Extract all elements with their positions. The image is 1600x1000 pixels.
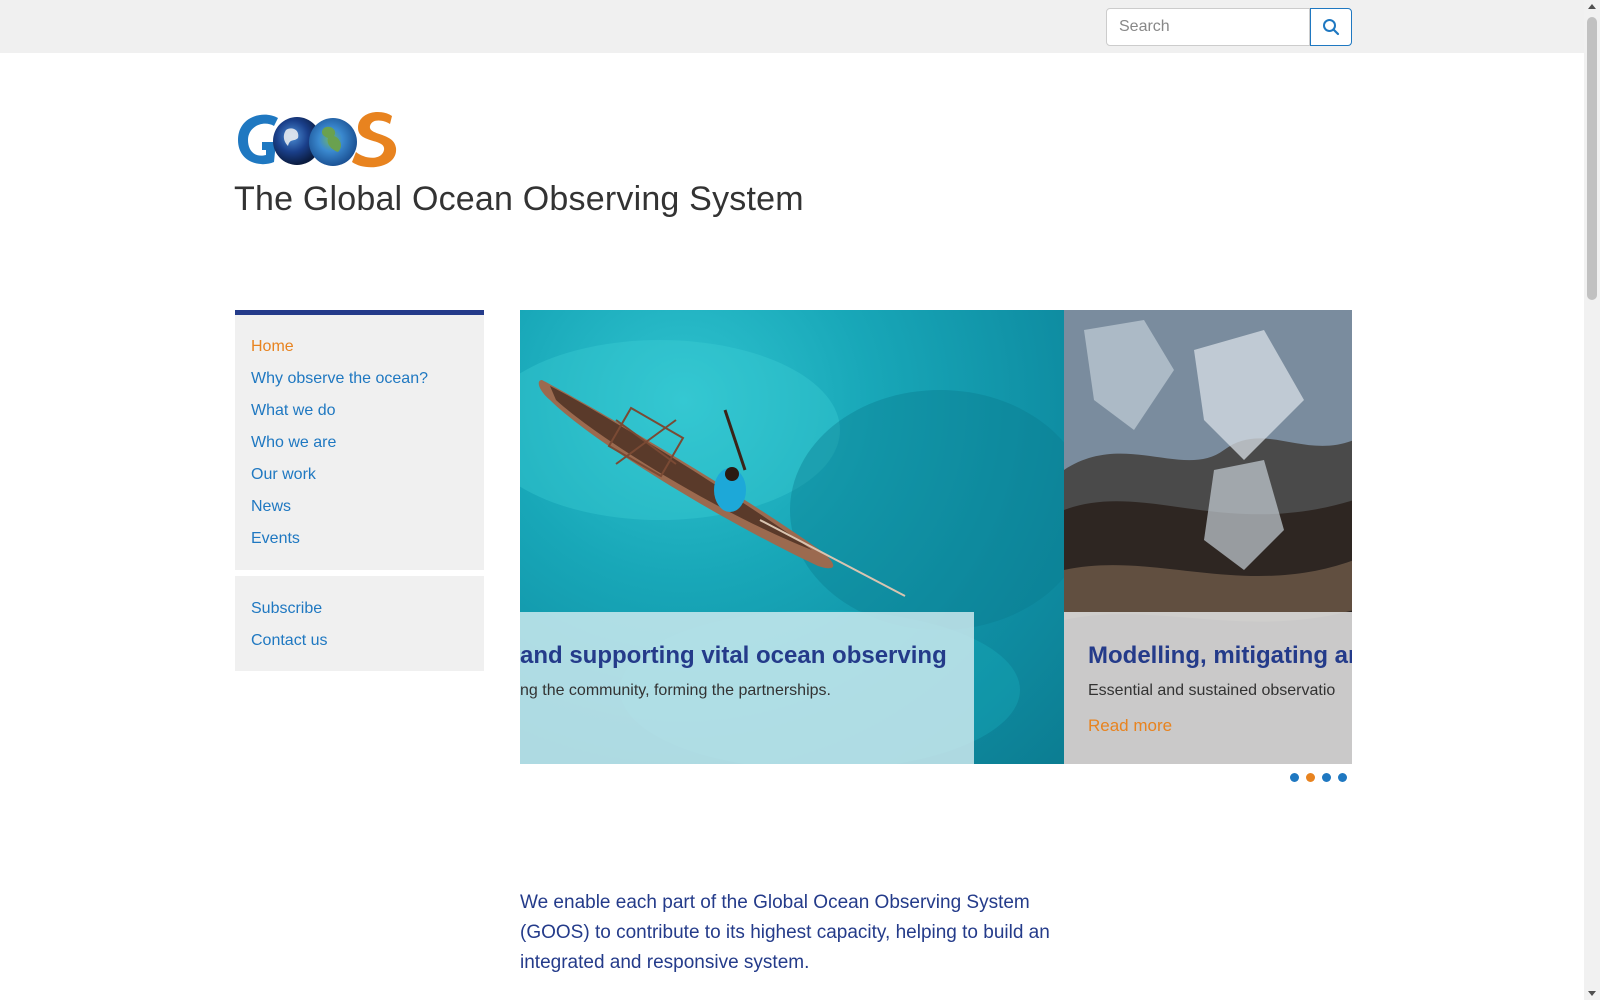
slide-text: Essential and sustained observatio — [1088, 682, 1336, 699]
main-navigation: Home Why observe the ocean? What we do W… — [235, 310, 484, 570]
nav-item-news[interactable]: News — [251, 491, 468, 523]
nav-item-events[interactable]: Events — [251, 523, 468, 555]
hero-carousel[interactable]: and supporting vital ocean observing ng … — [520, 310, 1352, 764]
search-input[interactable] — [1106, 8, 1310, 46]
carousel-dot-3[interactable] — [1322, 773, 1331, 782]
slide-caption: Modelling, mitigating ar Essential and s… — [1064, 612, 1352, 764]
scrollbar-thumb[interactable] — [1587, 17, 1597, 300]
scroll-down-arrow-icon[interactable] — [1588, 991, 1596, 996]
carousel-slide[interactable]: and supporting vital ocean observing ng … — [520, 310, 1064, 764]
site-title: The Global Ocean Observing System — [234, 180, 804, 218]
nav-item-what-we-do[interactable]: What we do — [251, 395, 468, 427]
slide-caption: and supporting vital ocean observing ng … — [520, 612, 974, 764]
secondary-navigation: Subscribe Contact us — [235, 576, 484, 671]
search-form — [1106, 8, 1352, 46]
nav-item-contact-us[interactable]: Contact us — [251, 625, 468, 657]
read-more-link[interactable]: Read more — [1088, 716, 1172, 736]
slide-title[interactable]: Modelling, mitigating ar — [1088, 642, 1352, 670]
nav-item-home[interactable]: Home — [251, 331, 468, 363]
carousel-dot-2[interactable] — [1306, 773, 1315, 782]
nav-item-who-we-are[interactable]: Who we are — [251, 427, 468, 459]
slide-text: ng the community, forming the partnershi… — [520, 682, 831, 699]
page-scrollbar[interactable] — [1584, 0, 1600, 1000]
carousel-dot-4[interactable] — [1338, 773, 1347, 782]
slide-title[interactable]: and supporting vital ocean observing — [520, 642, 947, 670]
goos-logo[interactable] — [234, 108, 400, 170]
intro-text: We enable each part of the Global Ocean … — [520, 892, 1050, 973]
carousel-dot-1[interactable] — [1290, 773, 1299, 782]
carousel-slide[interactable]: Modelling, mitigating ar Essential and s… — [1064, 310, 1352, 764]
nav-item-why-observe[interactable]: Why observe the ocean? — [251, 363, 468, 395]
carousel-indicators — [1290, 773, 1347, 782]
search-icon — [1323, 19, 1340, 36]
nav-item-our-work[interactable]: Our work — [251, 459, 468, 491]
search-button[interactable] — [1310, 8, 1352, 46]
top-bar — [0, 0, 1584, 53]
scroll-up-arrow-icon[interactable] — [1588, 4, 1596, 9]
nav-item-subscribe[interactable]: Subscribe — [251, 593, 468, 625]
